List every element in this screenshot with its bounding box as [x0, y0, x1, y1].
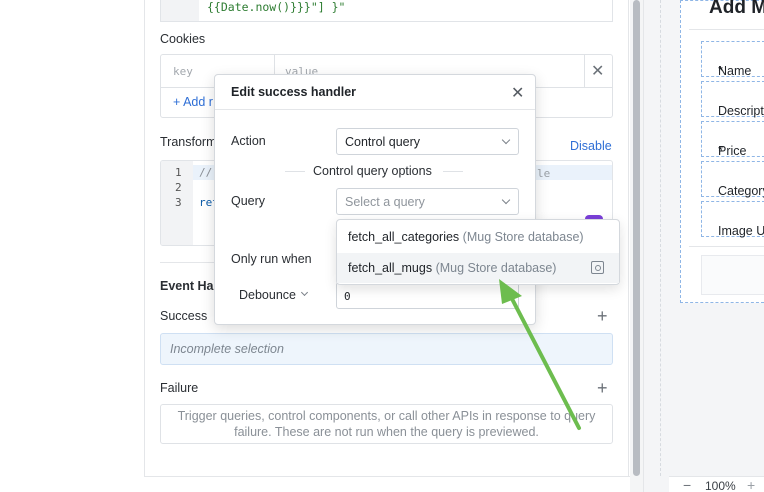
app-root: {{Date.now()}}}"] }" Cookies key value ✕…	[0, 0, 764, 492]
annotation-arrow-icon	[499, 279, 581, 430]
